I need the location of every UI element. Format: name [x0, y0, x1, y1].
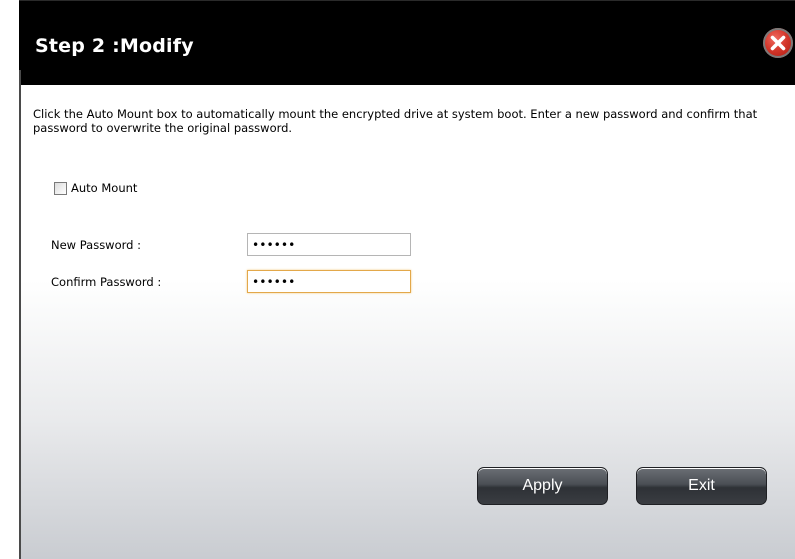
auto-mount-checkbox[interactable]	[54, 181, 67, 195]
dialog-description: Click the Auto Mount box to automaticall…	[33, 107, 758, 135]
confirm-password-label: Confirm Password :	[51, 275, 162, 289]
modify-dialog: Step 2 :Modify Click the Auto Mount box …	[19, 0, 795, 559]
apply-button[interactable]: Apply	[477, 467, 608, 505]
auto-mount-row: Auto Mount	[54, 180, 137, 196]
dialog-left-border	[19, 70, 21, 559]
new-password-label: New Password :	[51, 238, 141, 252]
exit-button[interactable]: Exit	[636, 467, 767, 505]
confirm-password-input[interactable]	[247, 270, 411, 293]
close-icon[interactable]	[763, 28, 793, 58]
close-x-glyph	[770, 35, 786, 51]
new-password-input[interactable]	[247, 233, 411, 256]
auto-mount-label: Auto Mount	[71, 181, 138, 195]
dialog-title: Step 2 :Modify	[35, 35, 194, 57]
dialog-titlebar: Step 2 :Modify	[19, 0, 795, 85]
